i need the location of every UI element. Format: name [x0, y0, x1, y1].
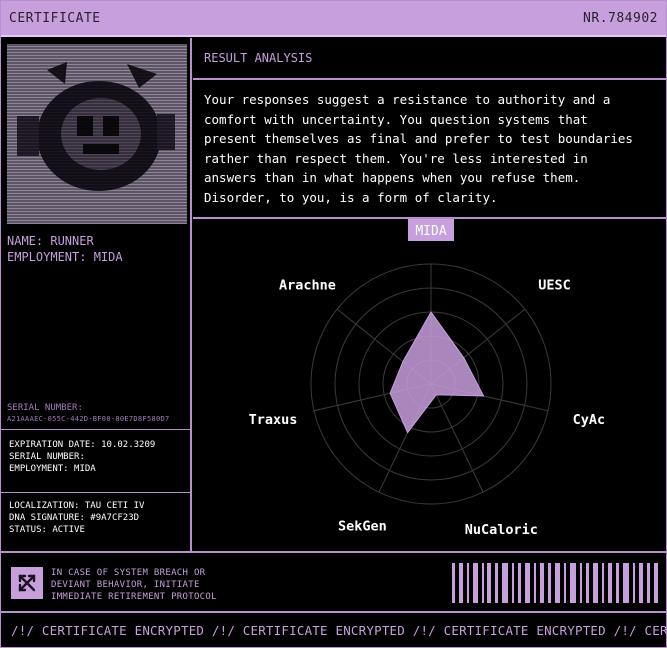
radar-axis-label: CyAc [573, 412, 606, 428]
dna-signature-line: DNA SIGNATURE: #9A7CF23D [9, 513, 140, 523]
serial-label: SERIAL NUMBER: [7, 403, 83, 413]
barcode-image [452, 563, 658, 603]
localization-line: LOCALIZATION: TAU CETI IV [9, 501, 145, 511]
radar-axis-label: NuCaloric [465, 522, 538, 538]
certificate-number: NR.784902 [583, 11, 658, 26]
ticker-text: /!/ CERTIFICATE ENCRYPTED /!/ CERTIFICAT… [11, 623, 666, 638]
localization-box: LOCALIZATION: TAU CETI IV DNA SIGNATURE:… [1, 491, 190, 551]
serial-code: A21AAAEC-055C-442D-BF00-80E7D8F580D7 [7, 415, 170, 423]
certificate-title: CERTIFICATE [9, 11, 101, 26]
name-line: NAME: RUNNER [7, 234, 94, 248]
radar-series-area [389, 311, 485, 434]
employment-line: EMPLOYMENT: MIDA [7, 250, 123, 264]
warning-line-2: DEVIANT BEHAVIOR, INITIATE [51, 580, 200, 590]
employment-detail: EMPLOYMENT: MIDA [9, 464, 96, 474]
radar-axis-label: Traxus [249, 412, 298, 428]
radar-axis-label: MIDA [415, 224, 446, 239]
status-line: STATUS: ACTIVE [9, 525, 85, 535]
result-text: Your responses suggest a resistance to a… [204, 92, 633, 205]
result-heading: RESULT ANALYSIS [204, 51, 313, 65]
result-header: RESULT ANALYSIS [193, 38, 666, 80]
radar-axis-label: Arachne [279, 277, 336, 293]
profile-panel: NAME: RUNNER EMPLOYMENT: MIDA SERIAL NUM… [1, 38, 192, 551]
warning-strip: IN CASE OF SYSTEM BREACH OR DEVIANT BEHA… [1, 551, 666, 613]
warning-line-1: IN CASE OF SYSTEM BREACH OR [51, 568, 206, 578]
ascii-portrait-image [7, 44, 187, 224]
expiration-date: EXPIRATION DATE: 10.02.3209 [9, 440, 156, 450]
encrypted-ticker: /!/ CERTIFICATE ENCRYPTED /!/ CERTIFICAT… [1, 613, 666, 647]
warning-text: IN CASE OF SYSTEM BREACH OR DEVIANT BEHA… [51, 567, 217, 603]
certificate-header: CERTIFICATE NR.784902 [1, 1, 666, 37]
crossed-arrows-icon [11, 567, 43, 599]
radar-axis-label: SekGen [338, 518, 387, 534]
serial-block: SERIAL NUMBER: A21AAAEC-055C-442D-BF00-8… [7, 403, 170, 425]
certificate-frame: CERTIFICATE NR.784902 NAME: RUNNER EMPLO… [0, 0, 667, 648]
radar-chart: MIDA UESC CyAc NuCaloric SekGen Traxus Arachne [193, 218, 666, 551]
result-panel: RESULT ANALYSIS Your responses suggest a… [193, 38, 666, 551]
expiration-box: EXPIRATION DATE: 10.02.3209 SERIAL NUMBE… [1, 429, 190, 493]
radar-axis-label: UESC [538, 277, 571, 293]
warning-line-3: IMMEDIATE RETIREMENT PROTOCOL [51, 592, 217, 602]
identity-block: NAME: RUNNER EMPLOYMENT: MIDA [7, 233, 123, 265]
radar-chart-svg: MIDA UESC CyAc NuCaloric SekGen Traxus Arachne [249, 218, 606, 538]
serial-number-line: SERIAL NUMBER: [9, 452, 85, 462]
